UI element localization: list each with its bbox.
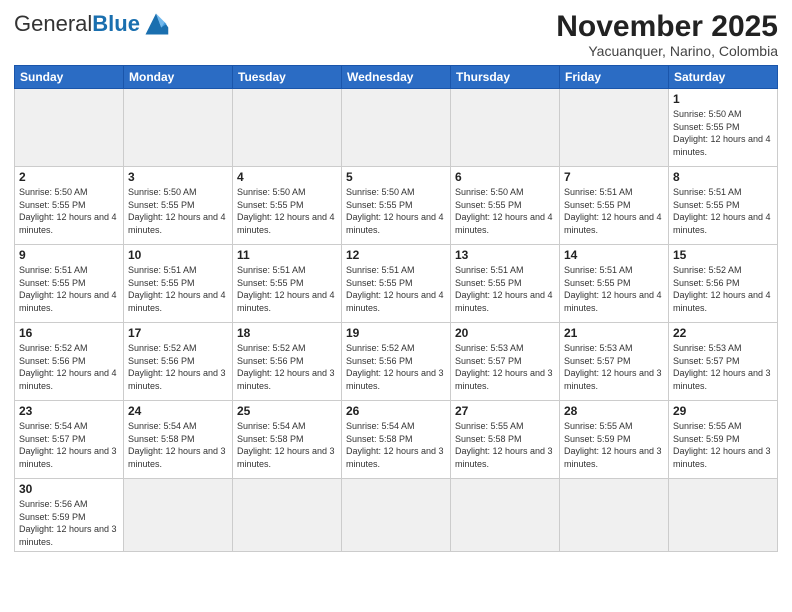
day-20: 20 Sunrise: 5:53 AMSunset: 5:57 PMDaylig…: [451, 323, 560, 401]
day-18: 18 Sunrise: 5:52 AMSunset: 5:56 PMDaylig…: [233, 323, 342, 401]
day-15: 15 Sunrise: 5:52 AMSunset: 5:56 PMDaylig…: [669, 245, 778, 323]
day-14: 14 Sunrise: 5:51 AMSunset: 5:55 PMDaylig…: [560, 245, 669, 323]
logo-blue-text: Blue: [92, 11, 140, 37]
day-21: 21 Sunrise: 5:53 AMSunset: 5:57 PMDaylig…: [560, 323, 669, 401]
day-13: 13 Sunrise: 5:51 AMSunset: 5:55 PMDaylig…: [451, 245, 560, 323]
empty-cell: [124, 89, 233, 167]
header-tuesday: Tuesday: [233, 66, 342, 89]
day-9: 9 Sunrise: 5:51 AMSunset: 5:55 PMDayligh…: [15, 245, 124, 323]
header: General Blue November 2025 Yacuanquer, N…: [14, 10, 778, 59]
month-title: November 2025: [556, 10, 778, 43]
calendar-table: Sunday Monday Tuesday Wednesday Thursday…: [14, 65, 778, 552]
day-25: 25 Sunrise: 5:54 AMSunset: 5:58 PMDaylig…: [233, 401, 342, 479]
logo-general-text: General: [14, 11, 92, 37]
header-friday: Friday: [560, 66, 669, 89]
empty-cell: [233, 479, 342, 552]
day-2: 2 Sunrise: 5:50 AMSunset: 5:55 PMDayligh…: [15, 167, 124, 245]
calendar-row-1: 1 Sunrise: 5:50 AMSunset: 5:55 PMDayligh…: [15, 89, 778, 167]
weekday-header-row: Sunday Monday Tuesday Wednesday Thursday…: [15, 66, 778, 89]
calendar-row-6: 30 Sunrise: 5:56 AMSunset: 5:59 PMDaylig…: [15, 479, 778, 552]
empty-cell: [451, 89, 560, 167]
empty-cell: [15, 89, 124, 167]
empty-cell: [342, 479, 451, 552]
day-19: 19 Sunrise: 5:52 AMSunset: 5:56 PMDaylig…: [342, 323, 451, 401]
logo-icon: [142, 10, 170, 38]
logo: General Blue: [14, 10, 170, 38]
empty-cell: [560, 89, 669, 167]
day-4: 4 Sunrise: 5:50 AMSunset: 5:55 PMDayligh…: [233, 167, 342, 245]
day-6: 6 Sunrise: 5:50 AMSunset: 5:55 PMDayligh…: [451, 167, 560, 245]
page: General Blue November 2025 Yacuanquer, N…: [0, 0, 792, 612]
day-5: 5 Sunrise: 5:50 AMSunset: 5:55 PMDayligh…: [342, 167, 451, 245]
header-monday: Monday: [124, 66, 233, 89]
day-22: 22 Sunrise: 5:53 AMSunset: 5:57 PMDaylig…: [669, 323, 778, 401]
day-12: 12 Sunrise: 5:51 AMSunset: 5:55 PMDaylig…: [342, 245, 451, 323]
day-26: 26 Sunrise: 5:54 AMSunset: 5:58 PMDaylig…: [342, 401, 451, 479]
day-28: 28 Sunrise: 5:55 AMSunset: 5:59 PMDaylig…: [560, 401, 669, 479]
empty-cell: [233, 89, 342, 167]
calendar-row-4: 16 Sunrise: 5:52 AMSunset: 5:56 PMDaylig…: [15, 323, 778, 401]
day-29: 29 Sunrise: 5:55 AMSunset: 5:59 PMDaylig…: [669, 401, 778, 479]
day-8: 8 Sunrise: 5:51 AMSunset: 5:55 PMDayligh…: [669, 167, 778, 245]
empty-cell: [560, 479, 669, 552]
day-24: 24 Sunrise: 5:54 AMSunset: 5:58 PMDaylig…: [124, 401, 233, 479]
calendar-row-3: 9 Sunrise: 5:51 AMSunset: 5:55 PMDayligh…: [15, 245, 778, 323]
empty-cell: [669, 479, 778, 552]
day-30: 30 Sunrise: 5:56 AMSunset: 5:59 PMDaylig…: [15, 479, 124, 552]
day-7: 7 Sunrise: 5:51 AMSunset: 5:55 PMDayligh…: [560, 167, 669, 245]
day-27: 27 Sunrise: 5:55 AMSunset: 5:58 PMDaylig…: [451, 401, 560, 479]
day-3: 3 Sunrise: 5:50 AMSunset: 5:55 PMDayligh…: [124, 167, 233, 245]
day-23: 23 Sunrise: 5:54 AMSunset: 5:57 PMDaylig…: [15, 401, 124, 479]
header-sunday: Sunday: [15, 66, 124, 89]
location-subtitle: Yacuanquer, Narino, Colombia: [556, 43, 778, 59]
title-area: November 2025 Yacuanquer, Narino, Colomb…: [556, 10, 778, 59]
header-saturday: Saturday: [669, 66, 778, 89]
empty-cell: [451, 479, 560, 552]
empty-cell: [124, 479, 233, 552]
day-10: 10 Sunrise: 5:51 AMSunset: 5:55 PMDaylig…: [124, 245, 233, 323]
logo-area: General Blue: [14, 10, 170, 38]
header-thursday: Thursday: [451, 66, 560, 89]
day-1: 1 Sunrise: 5:50 AMSunset: 5:55 PMDayligh…: [669, 89, 778, 167]
header-wednesday: Wednesday: [342, 66, 451, 89]
empty-cell: [342, 89, 451, 167]
day-16: 16 Sunrise: 5:52 AMSunset: 5:56 PMDaylig…: [15, 323, 124, 401]
calendar-row-2: 2 Sunrise: 5:50 AMSunset: 5:55 PMDayligh…: [15, 167, 778, 245]
day-11: 11 Sunrise: 5:51 AMSunset: 5:55 PMDaylig…: [233, 245, 342, 323]
day-17: 17 Sunrise: 5:52 AMSunset: 5:56 PMDaylig…: [124, 323, 233, 401]
calendar-row-5: 23 Sunrise: 5:54 AMSunset: 5:57 PMDaylig…: [15, 401, 778, 479]
